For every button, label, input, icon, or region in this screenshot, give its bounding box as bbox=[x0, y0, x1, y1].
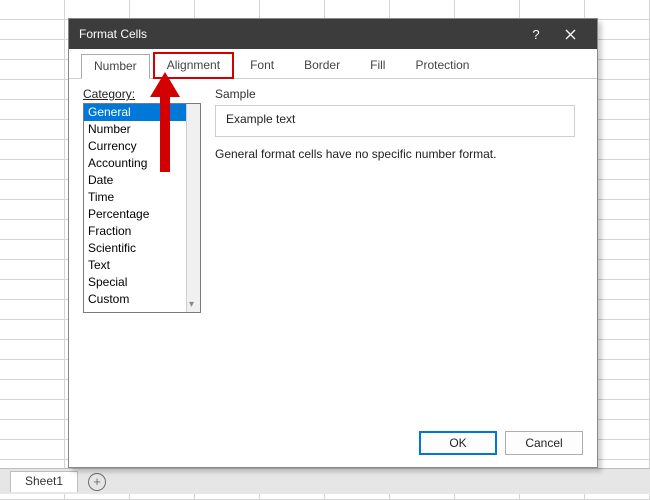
tab-number[interactable]: Number bbox=[81, 54, 150, 79]
cancel-button[interactable]: Cancel bbox=[505, 431, 583, 455]
list-item[interactable]: Date bbox=[84, 172, 200, 189]
sheet-tab-sheet1[interactable]: Sheet1 bbox=[10, 471, 78, 492]
sample-label: Sample bbox=[215, 87, 583, 101]
listbox-scrollbar[interactable] bbox=[186, 104, 200, 312]
list-item[interactable]: Time bbox=[84, 189, 200, 206]
list-item[interactable]: Currency bbox=[84, 138, 200, 155]
tab-border[interactable]: Border bbox=[291, 53, 353, 78]
list-item[interactable]: Accounting bbox=[84, 155, 200, 172]
dialog-titlebar: Format Cells ? bbox=[69, 19, 597, 49]
format-description: General format cells have no specific nu… bbox=[215, 147, 583, 161]
list-item[interactable]: Percentage bbox=[84, 206, 200, 223]
tab-strip: Number Alignment Font Border Fill Protec… bbox=[69, 49, 597, 79]
tab-alignment[interactable]: Alignment bbox=[154, 53, 233, 78]
add-sheet-button[interactable]: + bbox=[88, 473, 106, 491]
list-item[interactable]: Fraction bbox=[84, 223, 200, 240]
ok-button[interactable]: OK bbox=[419, 431, 497, 455]
category-label: Category: bbox=[83, 87, 203, 101]
list-item[interactable]: Special bbox=[84, 274, 200, 291]
list-item[interactable]: Custom bbox=[84, 291, 200, 308]
list-item[interactable]: Scientific bbox=[84, 240, 200, 257]
list-item[interactable]: Text bbox=[84, 257, 200, 274]
category-listbox[interactable]: General Number Currency Accounting Date … bbox=[83, 103, 201, 313]
tab-protection[interactable]: Protection bbox=[402, 53, 482, 78]
sample-box: Example text bbox=[215, 105, 575, 137]
tab-fill[interactable]: Fill bbox=[357, 53, 398, 78]
list-item[interactable]: Number bbox=[84, 121, 200, 138]
help-button[interactable]: ? bbox=[519, 19, 553, 49]
dialog-title: Format Cells bbox=[79, 27, 147, 41]
list-item[interactable]: General bbox=[84, 104, 200, 121]
tab-font[interactable]: Font bbox=[237, 53, 287, 78]
format-cells-dialog: Format Cells ? Number Alignment Font Bor… bbox=[68, 18, 598, 468]
close-button[interactable] bbox=[553, 19, 587, 49]
